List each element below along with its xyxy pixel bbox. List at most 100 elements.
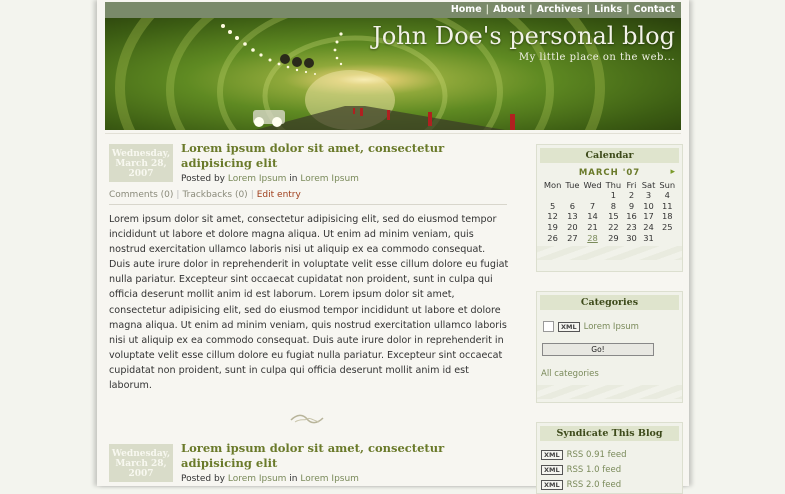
syndicate-title: Syndicate This Blog [540,426,679,441]
calendar-day: 11 [661,200,673,211]
categories-title: Categories [540,295,679,310]
category-item-label[interactable]: Lorem Ipsum [584,322,639,332]
calendar-day: 24 [643,222,654,233]
calendar-day: 4 [664,190,670,201]
weekday-header: Wed [583,180,602,190]
go-button[interactable]: Go! [542,343,654,356]
calendar-day: 10 [643,200,654,211]
category-item: XML Lorem Ipsum [543,321,682,332]
calendar-grid: Mon Tue Wed Thu Fri Sat Sun 1 2 3 4 5 6 7 8 9 10 11 12 13 1… [542,180,677,243]
xml-feed-icon[interactable]: XML [541,449,563,460]
calendar-widget: Calendar MARCH '07 ▸ Mon Tue Wed Thu Fri Sat S… [536,144,683,272]
calendar-day: 21 [587,222,598,233]
author-link[interactable]: Lorem Ipsum [228,474,287,484]
calendar-day [563,190,581,201]
calendar-week: 12 13 14 15 16 17 18 [542,211,677,222]
post-byline: Posted by Lorem Ipsum in Lorem Ipsum [181,474,359,484]
feed-item[interactable]: XML RSS 0.91 feed [541,448,682,461]
post-byline: Posted by Lorem Ipsum in Lorem Ipsum [181,174,359,184]
calendar-week: 26 27 28 29 30 31 [542,232,677,243]
calendar-day: 8 [610,200,617,211]
calendar-day: 15 [608,211,619,222]
header-banner: John Doe's personal blog My little place… [105,18,681,130]
weekday-header: Sun [659,180,676,190]
calendar-day [582,190,604,201]
widget-decoration [537,245,682,260]
weekday-header: Sat [641,180,656,190]
feed-link[interactable]: RSS 2.0 feed [567,480,621,490]
post-title[interactable]: Lorem ipsum dolor sit amet, consectetur … [181,441,511,471]
author-link[interactable]: Lorem Ipsum [228,174,287,184]
weekday-header: Mon [543,180,562,190]
calendar-day-link[interactable]: 28 [582,232,604,243]
nav-home-link[interactable]: Home [451,4,482,15]
nav-archives-link[interactable]: Archives [537,4,583,15]
xml-feed-icon[interactable]: XML [558,321,580,332]
blog-title[interactable]: John Doe's personal blog [372,22,675,50]
calendar-day: 14 [587,211,598,222]
calendar-day: 9 [628,200,635,211]
post-title[interactable]: Lorem ipsum dolor sit amet, consectetur … [181,141,511,171]
post-date: Wednesday, March 28, 2007 [109,444,173,482]
calendar-day: 23 [626,222,637,233]
calendar-week: 123 4 [542,190,677,201]
category-checkbox[interactable] [543,321,554,332]
calendar-day [657,232,677,243]
weekday-header: Fri [626,180,637,190]
calendar-day: 6 [569,200,576,211]
category-link[interactable]: Lorem Ipsum [300,174,359,184]
categories-widget: Categories XML Lorem Ipsum Go! All categ… [536,291,683,403]
calendar-day: 27 [567,232,578,243]
post-actions: Comments (0) | Trackbacks (0) | Edit entry [109,190,301,200]
calendar-day: 18 [661,211,673,222]
calendar-day: 7 [589,200,596,211]
feed-link[interactable]: RSS 1.0 feed [567,465,621,475]
calendar-day: 30 [626,232,637,243]
calendar-day: 17 [643,211,654,222]
calendar-day: 29 [608,232,619,243]
feed-item[interactable]: XML RSS 1.0 feed [541,463,682,476]
nav-about-link[interactable]: About [493,4,525,15]
calendar-day: 5 [549,200,556,211]
next-month-icon[interactable]: ▸ [670,167,676,177]
calendar-day [542,190,564,201]
weekday-header: Tue [565,180,580,190]
all-categories-link[interactable]: All categories [541,369,682,379]
comments-link[interactable]: Comments (0) [109,190,173,200]
post-divider [109,204,507,205]
calendar-day: 1 [610,190,617,201]
calendar-day: 3 [645,190,652,201]
calendar-day: 2 [628,190,635,201]
header-divider [105,133,681,134]
calendar-title: Calendar [540,148,679,163]
syndicate-widget: Syndicate This Blog XML RSS 0.91 feed XM… [536,422,683,494]
trackbacks-link[interactable]: Trackbacks (0) [182,190,247,200]
top-navigation: Home | About | Archives | Links | Contact [105,2,681,18]
xml-feed-icon[interactable]: XML [541,464,563,475]
calendar-month: MARCH '07 ▸ [578,167,676,178]
calendar-day: 31 [643,232,654,243]
category-link[interactable]: Lorem Ipsum [300,474,359,484]
xml-feed-icon[interactable]: XML [541,479,563,490]
calendar-day: 19 [547,222,558,233]
calendar-day: 13 [567,211,578,222]
calendar-day: 26 [547,232,558,243]
calendar-day: 12 [547,211,558,222]
nav-contact-link[interactable]: Contact [634,4,675,15]
post-date: Wednesday, March 28, 2007 [109,144,173,182]
feed-link[interactable]: RSS 0.91 feed [567,450,627,460]
weekday-header: Thu [605,180,622,190]
edit-entry-link[interactable]: Edit entry [257,190,301,200]
calendar-day: 20 [567,222,578,233]
blog-subtitle: My little place on the web... [518,52,675,63]
calendar-day: 22 [608,222,619,233]
feed-item[interactable]: XML RSS 2.0 feed [541,478,682,491]
page-container: Home | About | Archives | Links | Contact [97,0,689,494]
post-body: Lorem ipsum dolor sit amet, consectetur … [109,214,509,392]
calendar-day: 16 [626,211,637,222]
nav-links-link[interactable]: Links [594,4,622,15]
calendar-week: 5 6 7 8 9 10 11 [542,201,677,212]
widget-decoration [537,385,682,399]
swirl-divider-icon [290,414,324,424]
calendar-day: 25 [661,222,673,233]
